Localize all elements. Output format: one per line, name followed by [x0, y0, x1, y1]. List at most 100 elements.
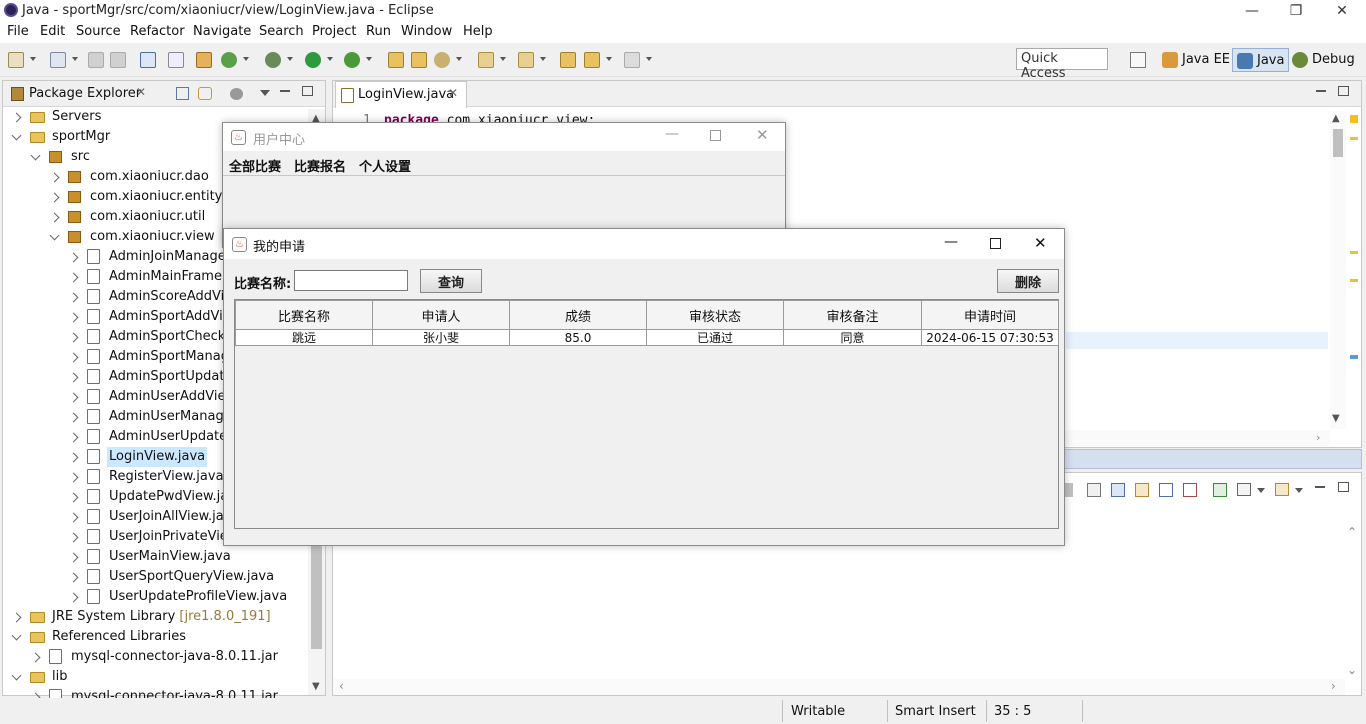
- editor-scroll-thumb[interactable]: [1333, 129, 1343, 157]
- query-button[interactable]: 查询: [420, 269, 482, 293]
- new-class-icon[interactable]: [221, 52, 237, 68]
- collapsed-arrow-icon[interactable]: [49, 212, 60, 223]
- display-console-dropdown-icon[interactable]: [1257, 488, 1265, 493]
- tree-item[interactable]: UserSportQueryView.java: [3, 567, 305, 587]
- collapsed-arrow-icon[interactable]: [68, 312, 79, 323]
- editor-scroll-right-icon[interactable]: ›: [1316, 431, 1320, 444]
- occurrence-marker-icon[interactable]: [1350, 137, 1358, 140]
- clear-console-icon[interactable]: [1087, 483, 1101, 497]
- collapsed-arrow-icon[interactable]: [11, 612, 22, 623]
- close-view-icon[interactable]: ✕: [136, 85, 146, 99]
- menu-help[interactable]: Help: [463, 24, 493, 39]
- close-tab-icon[interactable]: ✕: [448, 86, 458, 100]
- collapsed-arrow-icon[interactable]: [68, 472, 79, 483]
- tree-item[interactable]: mysql-connector-java-8.0.11.jar: [3, 647, 305, 667]
- console-scroll-up-icon[interactable]: ⌃: [1347, 525, 1357, 539]
- col-header-score[interactable]: 成绩: [509, 300, 647, 330]
- close-button[interactable]: ✕: [1320, 1, 1364, 21]
- open-resource-icon[interactable]: [411, 52, 427, 68]
- package-explorer-title[interactable]: Package Explorer: [29, 86, 141, 101]
- tree-item[interactable]: lib: [3, 667, 305, 687]
- expanded-arrow-icon[interactable]: [30, 150, 41, 161]
- link-with-editor-icon[interactable]: [198, 87, 212, 100]
- collapsed-arrow-icon[interactable]: [68, 452, 79, 463]
- skip-breakpoints-icon[interactable]: [168, 52, 184, 68]
- menu-window[interactable]: Window: [401, 24, 452, 39]
- minimize-view-icon[interactable]: [280, 90, 290, 92]
- menu-match-registration[interactable]: 比赛报名: [294, 156, 346, 175]
- open-perspective-icon[interactable]: [1130, 52, 1146, 68]
- maximize-button[interactable]: [990, 238, 1001, 249]
- menu-all-matches[interactable]: 全部比赛: [229, 156, 281, 175]
- scroll-down-icon[interactable]: ▼: [312, 681, 320, 692]
- restore-button[interactable]: ❐: [1274, 1, 1318, 21]
- minimize-button[interactable]: —: [944, 234, 958, 250]
- save-all-icon[interactable]: [110, 52, 126, 68]
- tree-item[interactable]: JRE System Library [jre1.8.0_191]: [3, 607, 305, 627]
- col-header-review-note[interactable]: 审核备注: [783, 300, 922, 330]
- col-header-applicant[interactable]: 申请人: [372, 300, 510, 330]
- collapsed-arrow-icon[interactable]: [68, 532, 79, 543]
- collapsed-arrow-icon[interactable]: [68, 352, 79, 363]
- menu-personal-settings[interactable]: 个人设置: [359, 156, 411, 175]
- open-console-dropdown-icon[interactable]: [1295, 488, 1303, 493]
- tab-loginview[interactable]: LoginView.java ✕: [335, 81, 467, 108]
- new-java-package-icon[interactable]: [196, 52, 212, 68]
- menu-run[interactable]: Run: [366, 24, 391, 39]
- maximize-panel-icon[interactable]: [1338, 482, 1349, 492]
- collapsed-arrow-icon[interactable]: [68, 492, 79, 503]
- minimize-button[interactable]: —: [665, 126, 679, 142]
- last-edit-icon[interactable]: [560, 52, 576, 68]
- collapse-all-icon[interactable]: [176, 87, 189, 100]
- menu-refactor[interactable]: Refactor: [130, 24, 185, 39]
- collapsed-arrow-icon[interactable]: [68, 552, 79, 563]
- run-external-tools-icon[interactable]: [344, 52, 360, 68]
- cell-score[interactable]: 85.0: [509, 329, 647, 346]
- next-annotation-icon[interactable]: [478, 52, 494, 68]
- pin-console-icon[interactable]: [1213, 483, 1227, 497]
- perspective-debug[interactable]: Debug: [1288, 48, 1359, 72]
- occurrence-marker-icon[interactable]: [1350, 279, 1358, 282]
- collapsed-arrow-icon[interactable]: [68, 432, 79, 443]
- col-header-review-status[interactable]: 审核状态: [646, 300, 784, 330]
- perspective-java-ee[interactable]: Java EE: [1158, 48, 1234, 72]
- menu-search[interactable]: Search: [259, 24, 304, 39]
- quick-access-input[interactable]: Quick Access: [1016, 48, 1108, 81]
- save-icon[interactable]: [88, 52, 104, 68]
- editor-scroll-down-icon[interactable]: ▼: [1332, 413, 1340, 424]
- collapsed-arrow-icon[interactable]: [68, 512, 79, 523]
- tree-item[interactable]: UserUpdateProfileView.java: [3, 587, 305, 607]
- collapsed-arrow-icon[interactable]: [49, 172, 60, 183]
- scroll-lock-icon[interactable]: [1111, 483, 1125, 497]
- menu-navigate[interactable]: Navigate: [193, 24, 251, 39]
- open-console-icon[interactable]: [1275, 483, 1289, 496]
- maximize-button[interactable]: [710, 130, 721, 141]
- close-button[interactable]: ✕: [756, 126, 769, 144]
- collapsed-arrow-icon[interactable]: [68, 252, 79, 263]
- collapsed-arrow-icon[interactable]: [30, 652, 41, 663]
- close-button[interactable]: ✕: [1034, 234, 1047, 252]
- match-name-input[interactable]: [294, 270, 408, 291]
- col-header-match-name[interactable]: 比赛名称: [235, 300, 373, 330]
- collapsed-arrow-icon[interactable]: [49, 192, 60, 203]
- expanded-arrow-icon[interactable]: [11, 670, 22, 681]
- collapsed-arrow-icon[interactable]: [68, 272, 79, 283]
- cell-review-status[interactable]: 已通过: [646, 329, 784, 346]
- console-scroll-right-icon[interactable]: ›: [1331, 679, 1336, 693]
- display-console-icon[interactable]: [1237, 483, 1251, 496]
- show-console-icon[interactable]: [1159, 483, 1173, 497]
- table-row[interactable]: 跳远 张小斐 85.0 已通过 同意 2024-06-15 07:30:53: [235, 329, 1059, 346]
- view-menu-icon[interactable]: [260, 90, 270, 96]
- menu-file[interactable]: File: [7, 24, 29, 39]
- expanded-arrow-icon[interactable]: [11, 630, 22, 641]
- expanded-arrow-icon[interactable]: [49, 230, 60, 241]
- collapsed-arrow-icon[interactable]: [68, 332, 79, 343]
- cell-review-note[interactable]: 同意: [783, 329, 922, 346]
- debug-icon[interactable]: [265, 52, 281, 68]
- prev-annotation-icon[interactable]: [518, 52, 534, 68]
- cell-apply-time[interactable]: 2024-06-15 07:30:53: [921, 329, 1059, 346]
- new-icon[interactable]: [8, 52, 24, 68]
- open-type-icon[interactable]: [388, 52, 404, 68]
- minimize-panel-icon[interactable]: [1315, 486, 1325, 488]
- show-error-console-icon[interactable]: [1183, 483, 1197, 497]
